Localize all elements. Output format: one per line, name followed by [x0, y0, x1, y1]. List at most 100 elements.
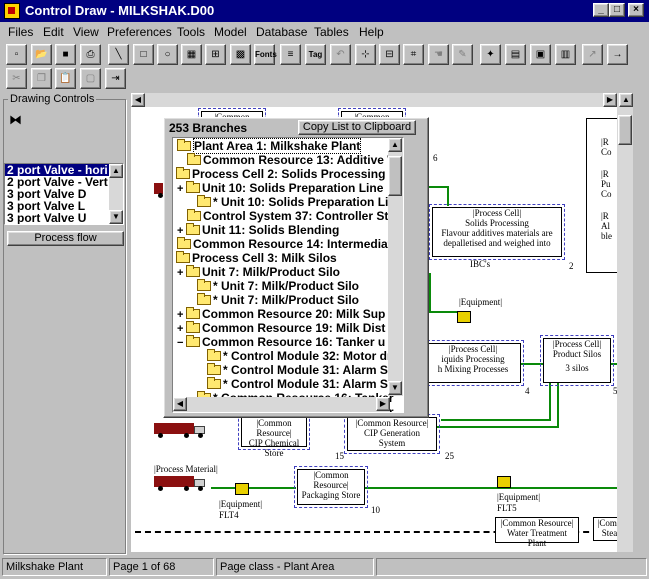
- save-icon[interactable]: ■: [55, 44, 76, 65]
- tanker-truck-icon[interactable]: [154, 423, 206, 438]
- export-icon[interactable]: ↗: [582, 44, 603, 65]
- tree-node[interactable]: Common Resource 13: Additive W: [187, 153, 399, 167]
- exit-icon[interactable]: ⇥: [105, 68, 126, 89]
- paste-icon[interactable]: 📋: [55, 68, 76, 89]
- scroll-up-icon[interactable]: ▲: [619, 93, 633, 107]
- scroll-thumb[interactable]: [618, 115, 632, 145]
- print-icon[interactable]: ⎙: [80, 44, 101, 65]
- process-flow-button[interactable]: Process flow: [7, 231, 124, 246]
- tree-node[interactable]: * Unit 10: Solids Preparation Lin: [197, 195, 396, 209]
- tree-node[interactable]: * Control Module 31: Alarm Sw: [207, 363, 397, 377]
- menu-preferences[interactable]: Preferences: [107, 25, 172, 39]
- tree-node[interactable]: Common Resource 14: Intermediat: [177, 237, 392, 251]
- branch-tree[interactable]: Plant Area 1: Milkshake Plant Common Reso…: [172, 137, 404, 413]
- find-icon[interactable]: ✦: [480, 44, 501, 65]
- expand-icon[interactable]: +: [177, 308, 186, 322]
- line-tool-icon[interactable]: ╲: [108, 44, 129, 65]
- branches-popup[interactable]: 253 Branches Copy List to Clipboard Plan…: [163, 117, 429, 418]
- tree-node[interactable]: * Unit 7: Milk/Product Silo: [197, 293, 359, 307]
- liquids-processing-box[interactable]: |Process Cell| iquids Processing h Mixin…: [422, 340, 524, 386]
- scroll-left-icon[interactable]: ◀: [173, 397, 187, 411]
- tree-icon[interactable]: ⌗: [403, 44, 424, 65]
- fonts-button[interactable]: Fonts: [254, 44, 277, 65]
- menu-view[interactable]: View: [73, 25, 99, 39]
- forklift-icon[interactable]: [235, 483, 249, 495]
- packaging-store-box[interactable]: |Common Resource| Packaging Store: [294, 466, 368, 508]
- tree-horizontal-scrollbar[interactable]: ◀ ▶: [173, 397, 390, 412]
- scroll-right-icon[interactable]: ▶: [376, 397, 390, 411]
- cut-icon[interactable]: ✂: [6, 68, 27, 89]
- cip-chemical-store-box[interactable]: |Common Resource| CIP Chemical Store: [238, 414, 310, 458]
- shape-item[interactable]: 3 port Valve U: [5, 212, 123, 224]
- scroll-down-icon[interactable]: ▼: [109, 210, 123, 224]
- expand-icon[interactable]: +: [177, 182, 186, 196]
- menu-help[interactable]: Help: [359, 25, 384, 39]
- tree-vertical-scrollbar[interactable]: ▲ ▼: [388, 138, 403, 396]
- scroll-up-icon[interactable]: ▲: [388, 138, 402, 152]
- cip-generation-box[interactable]: |Common Resource| CIP Generation System: [344, 414, 440, 454]
- properties-icon[interactable]: ▢: [80, 68, 101, 89]
- expand-icon[interactable]: +: [177, 322, 186, 336]
- app-icon[interactable]: [4, 3, 20, 19]
- tree-node[interactable]: * Control Module 31: Alarm Sw: [207, 377, 397, 391]
- tree-node[interactable]: + Common Resource 19: Milk Dist: [177, 321, 385, 335]
- color-palette-icon[interactable]: ▩: [230, 44, 251, 65]
- canvas-horizontal-scrollbar[interactable]: ◀ ▶ ▲: [131, 93, 633, 107]
- copy-icon[interactable]: ❐: [31, 68, 52, 89]
- tree-node[interactable]: − Common Resource 16: Tanker u: [177, 335, 385, 349]
- scroll-up-icon[interactable]: ▲: [109, 164, 123, 178]
- menu-tools[interactable]: Tools: [177, 25, 205, 39]
- tree-node[interactable]: + Unit 11: Solids Blending: [177, 223, 339, 237]
- expand-icon[interactable]: +: [177, 224, 186, 238]
- tree-node[interactable]: + Unit 10: Solids Preparation Line: [177, 181, 383, 195]
- tree-node[interactable]: −Process Cell 2: Solids Processing: [173, 167, 385, 181]
- canvas-vertical-scrollbar[interactable]: [617, 107, 633, 552]
- forklift-icon[interactable]: [457, 311, 471, 323]
- expand-icon[interactable]: +: [177, 266, 186, 280]
- menu-database[interactable]: Database: [256, 25, 307, 39]
- tree-node[interactable]: * Unit 7: Milk/Product Silo: [197, 279, 359, 293]
- menu-tables[interactable]: Tables: [314, 25, 349, 39]
- menu-model[interactable]: Model: [214, 25, 247, 39]
- shape-list-scrollbar[interactable]: ▲ ▼: [109, 164, 123, 224]
- chip-icon[interactable]: ▣: [530, 44, 551, 65]
- undo-icon[interactable]: ↶: [330, 44, 351, 65]
- copy-list-button[interactable]: Copy List to Clipboard: [298, 120, 416, 135]
- tree-node[interactable]: * Control Module 32: Motor dr: [207, 349, 392, 363]
- valve-symbol-icon[interactable]: ⧓: [9, 112, 22, 128]
- shape-list[interactable]: 2 port Valve - hori 2 port Valve - Vert …: [4, 163, 124, 225]
- next-page-icon[interactable]: →: [607, 44, 628, 65]
- open-folder-icon[interactable]: 📂: [31, 44, 52, 65]
- new-file-icon[interactable]: ▫: [6, 44, 27, 65]
- tanker-truck-icon[interactable]: [154, 476, 206, 491]
- scroll-right-icon[interactable]: ▶: [603, 93, 617, 107]
- tree-node[interactable]: Control System 37: Controller St: [187, 209, 388, 223]
- line-style-icon[interactable]: ≡: [280, 44, 301, 65]
- menu-edit[interactable]: Edit: [43, 25, 64, 39]
- rectangle-tool-icon[interactable]: □: [133, 44, 154, 65]
- pen-icon[interactable]: ✎: [452, 44, 473, 65]
- tree-node[interactable]: + Common Resource 20: Milk Sup: [177, 307, 385, 321]
- hand-icon[interactable]: ☚: [428, 44, 449, 65]
- maximize-button[interactable]: □: [609, 3, 625, 17]
- scroll-left-icon[interactable]: ◀: [131, 93, 145, 107]
- tree-node[interactable]: −Process Cell 3: Milk Silos: [173, 251, 337, 265]
- collapse-icon[interactable]: −: [177, 336, 186, 350]
- minimize-button[interactable]: _: [593, 3, 609, 17]
- scroll-thumb[interactable]: [388, 156, 402, 196]
- tree-node[interactable]: Plant Area 1: Milkshake Plant: [177, 138, 362, 154]
- close-button[interactable]: ×: [628, 3, 644, 17]
- report-icon[interactable]: ▥: [555, 44, 576, 65]
- forklift-icon[interactable]: [497, 476, 511, 488]
- tree-node[interactable]: + Unit 7: Milk/Product Silo: [177, 265, 340, 279]
- table-icon[interactable]: ▤: [505, 44, 526, 65]
- scroll-down-icon[interactable]: ▼: [388, 381, 402, 395]
- menu-files[interactable]: Files: [8, 25, 33, 39]
- hierarchy-icon[interactable]: ⊟: [379, 44, 400, 65]
- tag-button[interactable]: Tag: [305, 44, 326, 65]
- zoom-icon[interactable]: ○: [157, 44, 178, 65]
- solids-processing-box[interactable]: |Process Cell| Solids Processing Flavour…: [429, 204, 565, 260]
- water-treatment-box[interactable]: |Common Resource| Water Treatment Plant: [495, 517, 579, 548]
- product-silos-box[interactable]: |Process Cell| Product Silos 3 silos: [540, 335, 614, 386]
- symbol-library-icon[interactable]: ▦: [181, 44, 202, 65]
